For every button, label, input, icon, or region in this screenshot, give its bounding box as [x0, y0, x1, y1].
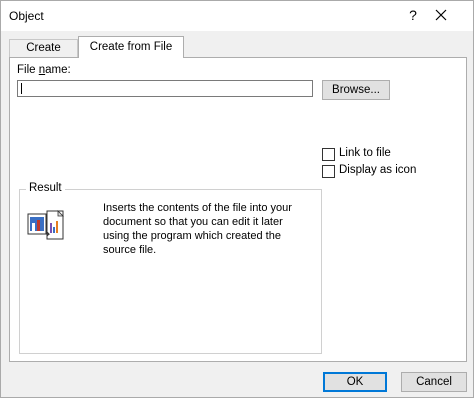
close-icon[interactable]	[431, 5, 451, 25]
checkbox-box[interactable]	[322, 148, 335, 161]
tab-create-from-file[interactable]: Create from File	[78, 36, 184, 58]
display-as-icon-checkbox[interactable]: Display as icon	[322, 164, 442, 179]
cancel-button[interactable]: Cancel	[401, 372, 467, 392]
object-dialog: Object ? Create New Create from File Fil…	[0, 0, 474, 398]
title-bar: Object ?	[1, 1, 473, 31]
ok-button[interactable]: OK	[323, 372, 387, 392]
link-to-file-label: Link to file	[339, 147, 391, 159]
file-name-input[interactable]	[17, 80, 313, 97]
file-name-label: File name:	[17, 64, 71, 76]
text-caret	[21, 83, 22, 94]
embedded-document-icon	[27, 209, 67, 243]
checkbox-box[interactable]	[322, 165, 335, 178]
tab-panel: File name: Browse... Link to file Displa…	[9, 57, 467, 362]
result-legend: Result	[26, 182, 65, 194]
file-name-label-prefix: File	[17, 64, 39, 76]
result-description: Inserts the contents of the file into yo…	[103, 202, 292, 256]
tab-create-new[interactable]: Create New	[9, 39, 78, 71]
help-icon[interactable]: ?	[403, 5, 423, 25]
file-name-label-suffix: ame:	[45, 64, 71, 76]
result-group: Result Inserts the contents of the file …	[19, 182, 322, 354]
browse-button[interactable]: Browse...	[322, 80, 390, 100]
display-as-icon-label: Display as icon	[339, 164, 417, 176]
link-to-file-checkbox[interactable]: Link to file	[322, 147, 442, 162]
dialog-title: Object	[9, 9, 44, 23]
